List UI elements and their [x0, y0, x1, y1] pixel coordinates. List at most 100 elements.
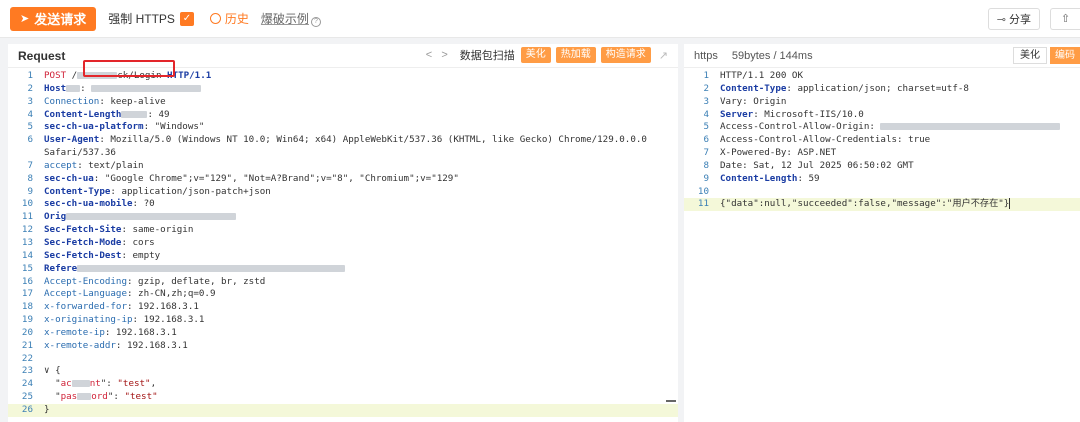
code-token: Content-Type	[720, 82, 787, 94]
tab-size[interactable]: 59bytes / 144ms	[732, 50, 813, 62]
code-token: : same-origin	[121, 224, 194, 236]
line-number: 6	[703, 134, 709, 146]
line-number: 3	[27, 95, 33, 107]
scan-button[interactable]: 数据包扫描	[460, 47, 515, 63]
code-token: : cors	[121, 236, 155, 248]
code-line: 2 Content-Type: application/json; charset…	[684, 83, 1080, 96]
beautify-button[interactable]: 美化	[520, 47, 551, 63]
code-token: /	[66, 70, 78, 81]
code-line: 22	[8, 353, 678, 366]
code-token: : 192.168.3.1	[115, 339, 188, 351]
hotload-button[interactable]: 热加载	[555, 47, 596, 63]
line-number: 26	[21, 403, 33, 415]
code-token: Sec-Fetch-Mode	[44, 236, 122, 248]
code-line: 13 Sec-Fetch-Mode: cors	[8, 237, 678, 250]
redacted-text	[77, 393, 92, 401]
code-token: Refere	[44, 262, 78, 274]
response-beautify-button[interactable]: 美化	[1013, 47, 1047, 64]
line-number: 15	[21, 262, 33, 274]
share-label: 分享	[1009, 14, 1031, 26]
line-number: 10	[697, 185, 709, 197]
line-number: 18	[21, 301, 33, 313]
response-header: https 59bytes / 144ms 美化 编码	[684, 44, 1080, 68]
code-token: : application/json; charset=utf-8	[786, 82, 969, 94]
code-token: : 192.168.3.1	[104, 326, 177, 338]
code-token: x-remote-addr	[44, 339, 116, 351]
code-token: : 49	[147, 108, 170, 120]
code-line: 9 Content-Type: application/json-patch+js…	[8, 186, 678, 199]
code-line: 4 Content-Length: 49	[8, 109, 678, 122]
code-token: }	[44, 403, 50, 415]
build-request-button[interactable]: 构造请求	[600, 47, 651, 63]
share-button[interactable]: ⊸ 分享	[987, 8, 1040, 30]
code-token: Vary: Origin	[720, 95, 787, 107]
code-token: nt	[89, 378, 101, 390]
encode-button[interactable]: 编码	[1050, 47, 1080, 64]
line-number: 13	[21, 236, 33, 248]
code-token: : zh-CN,zh;q=0.9	[126, 288, 216, 300]
code-token: Server	[720, 108, 754, 120]
tab-https[interactable]: https	[694, 50, 718, 62]
code-token: ":	[107, 391, 125, 403]
code-token: ,	[150, 378, 157, 390]
code-line: 6 Access-Control-Allow-Credentials: true	[684, 134, 1080, 147]
scrollbar[interactable]	[666, 400, 676, 402]
code-token: sec-ch-ua-mobile	[44, 198, 133, 210]
code-line: 11 Orig	[8, 211, 678, 224]
line-number: 9	[27, 185, 33, 197]
expand-icon[interactable]: ↗	[659, 49, 668, 62]
code-token: Access-Control-Allow-Origin:	[720, 121, 881, 133]
code-line: 23 ∨ {	[8, 365, 678, 378]
code-token: x-forwarded-for	[44, 301, 127, 313]
code-token: "test"	[124, 391, 158, 403]
line-number: 5	[703, 121, 709, 133]
code-line: 19 x-originating-ip: 192.168.3.1	[8, 314, 678, 327]
code-token: accept	[44, 159, 78, 171]
code-token: ∨ {	[44, 365, 61, 377]
force-https-checkbox[interactable]: ✓	[179, 11, 194, 26]
code-line: 17 Accept-Language: zh-CN,zh;q=0.9	[8, 288, 678, 301]
code-token: {"data":null,"succeeded":false,"message"…	[720, 198, 1010, 210]
code-token: Access-Control-Allow-Credentials: true	[720, 134, 931, 146]
help-icon: ?	[310, 17, 321, 27]
code-token: ord	[91, 391, 108, 403]
line-number: 19	[21, 314, 33, 326]
code-line: 4 Server: Microsoft-IIS/10.0	[684, 109, 1080, 122]
send-request-button[interactable]: ➤ 发送请求	[10, 6, 97, 31]
code-line: 8 Date: Sat, 12 Jul 2025 06:50:02 GMT	[684, 160, 1080, 173]
share-icon: ⊸	[996, 13, 1006, 26]
code-line: 11 {"data":null,"succeeded":false,"messag…	[684, 198, 1080, 212]
code-token: Connection	[44, 95, 100, 107]
code-token: ":	[100, 378, 118, 390]
code-token: x-remote-ip	[44, 326, 105, 338]
send-request-label: 发送请求	[34, 12, 87, 27]
line-number: 16	[21, 275, 33, 287]
code-line: 3 Vary: Origin	[684, 96, 1080, 109]
code-token: : "Windows"	[143, 121, 205, 133]
request-editor[interactable]: 1 POST / ck/Login HTTP/1.1 2 Host: 3 Connecti…	[8, 70, 678, 417]
line-number: 2	[27, 82, 33, 94]
request-panel: Request < > 数据包扫描 美化 热加载 构造请求 ↗ 1 POST / c…	[8, 44, 678, 422]
response-editor[interactable]: 1 HTTP/1.1 200 OK 2 Content-Type: applicati…	[684, 70, 1080, 212]
code-line: 15 Refere	[8, 263, 678, 276]
prev-next-icon[interactable]: < >	[426, 49, 448, 61]
examples-label: 爆破示例	[260, 12, 309, 26]
force-https-label: 强制 HTTPS	[108, 12, 175, 26]
code-line: 7 accept: text/plain	[8, 160, 678, 173]
code-token: : Microsoft-IIS/10.0	[753, 108, 864, 120]
examples-link[interactable]: 爆破示例?	[261, 10, 321, 27]
history-button[interactable]: 历史	[209, 10, 249, 27]
code-token: POST	[44, 70, 67, 81]
code-line: 9 Content-Length: 59	[684, 173, 1080, 186]
line-number: 20	[21, 326, 33, 338]
code-token: Content-Length	[44, 108, 122, 120]
code-token: pas	[60, 391, 78, 403]
export-icon[interactable]: ⇧	[1050, 8, 1080, 30]
line-number: 12	[21, 224, 33, 236]
code-token: : 192.168.3.1	[126, 301, 199, 313]
response-panel: https 59bytes / 144ms 美化 编码 1 HTTP/1.1 20…	[684, 44, 1080, 422]
line-number: 14	[21, 249, 33, 261]
code-token: : 192.168.3.1	[132, 314, 205, 326]
line-number: 8	[703, 159, 709, 171]
code-line: 2 Host:	[8, 83, 678, 96]
